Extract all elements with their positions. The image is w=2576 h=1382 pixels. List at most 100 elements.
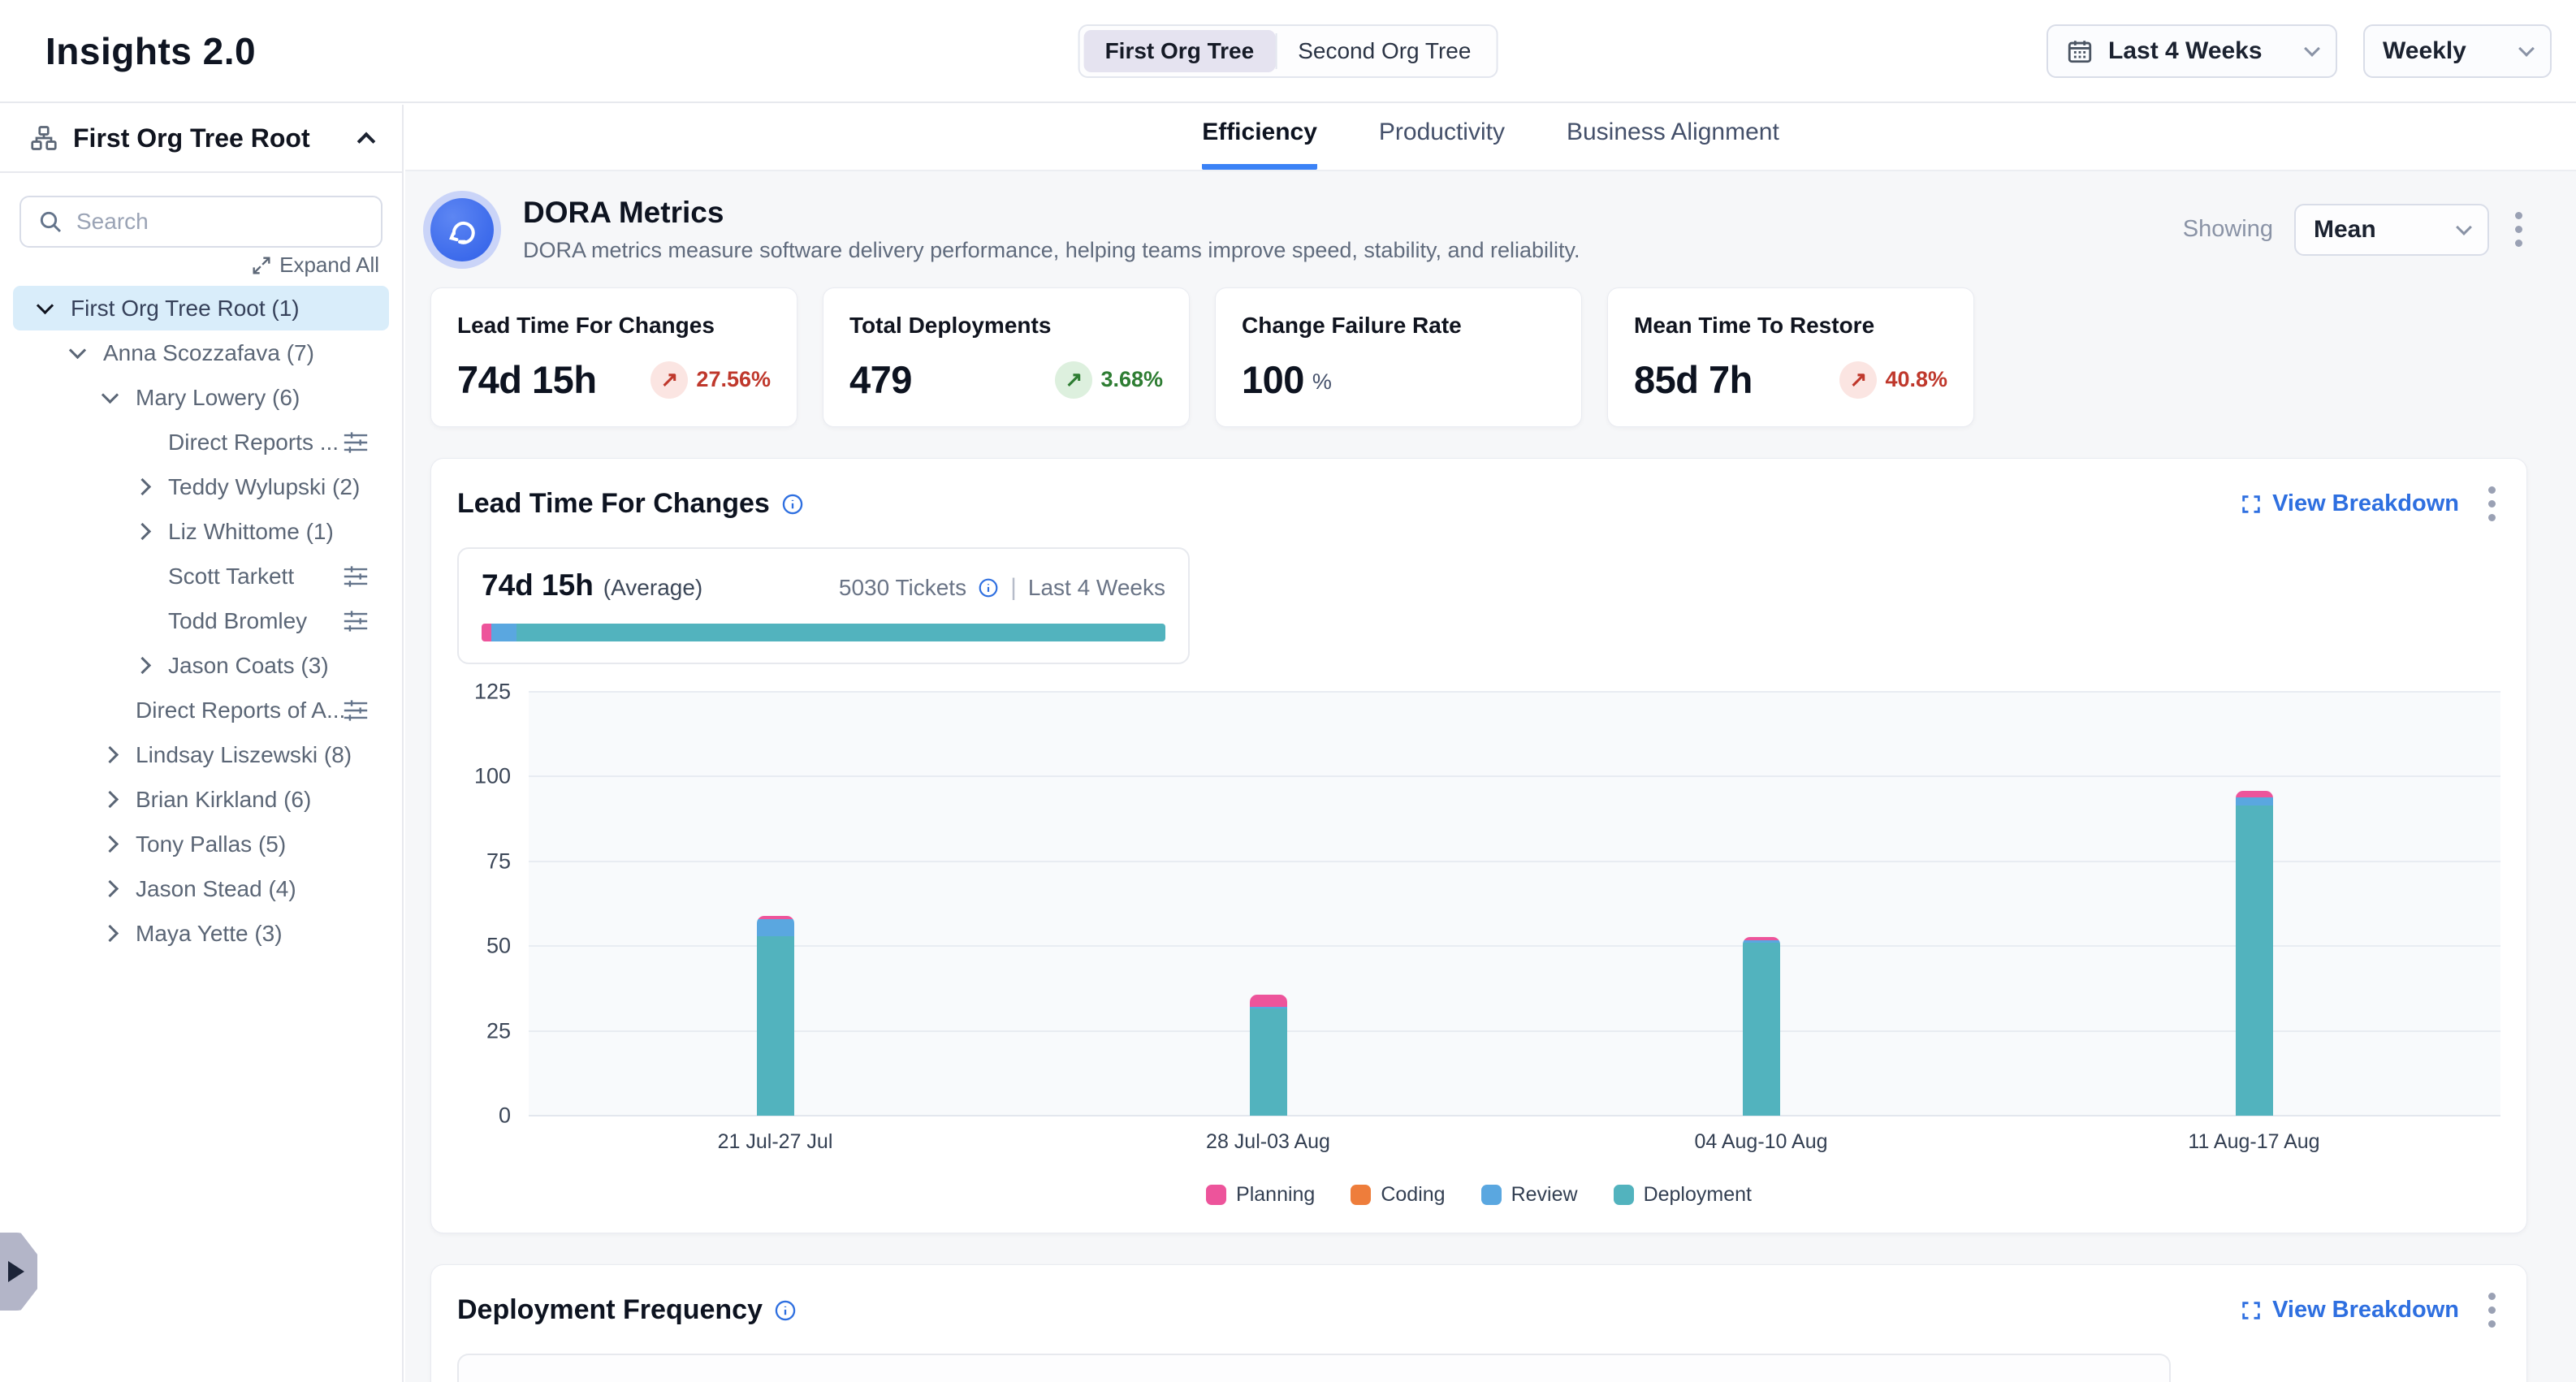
- info-icon[interactable]: [978, 577, 999, 598]
- tree-item-label: First Org Tree Root (1): [71, 296, 300, 322]
- tree-item[interactable]: Anna Scozzafava (7): [13, 330, 389, 375]
- date-range-dropdown[interactable]: Last 4 Weeks: [2047, 24, 2337, 78]
- tree-item[interactable]: Scott Tarkett: [13, 554, 389, 598]
- metric-card-value: 85d 7h: [1634, 357, 1753, 402]
- chevron-up-icon[interactable]: [357, 132, 376, 151]
- dora-metrics-header: DORA Metrics DORA metrics measure softwa…: [430, 196, 2527, 263]
- tree-item[interactable]: Jason Coats (3): [13, 643, 389, 688]
- showing-dropdown[interactable]: Mean: [2294, 204, 2489, 256]
- tree-item[interactable]: Mary Lowery (6): [13, 375, 389, 420]
- main-panel: Efficiency Productivity Business Alignment…: [405, 105, 2576, 1382]
- tab-efficiency[interactable]: Efficiency: [1202, 119, 1317, 170]
- tree-item-label: Todd Bromley: [168, 608, 307, 634]
- filter-icon[interactable]: [342, 698, 370, 723]
- lead-time-chart: 0255075100125: [457, 692, 2500, 1116]
- tree-item[interactable]: Todd Bromley: [13, 598, 389, 643]
- chart-legend: PlanningCodingReviewDeployment: [457, 1183, 2500, 1211]
- toggle-first-org-tree[interactable]: First Org Tree: [1084, 30, 1276, 72]
- tree-item[interactable]: Lindsay Liszewski (8): [13, 732, 389, 777]
- legend-swatch: [1614, 1185, 1634, 1205]
- stacked-bar[interactable]: [1250, 995, 1287, 1116]
- expand-all-button[interactable]: Expand All: [0, 253, 379, 278]
- metric-card-value-row: 100%: [1242, 357, 1555, 402]
- chevron-down-icon: [2456, 219, 2472, 235]
- tab-business-alignment[interactable]: Business Alignment: [1567, 119, 1779, 170]
- chevron-right-icon[interactable]: [102, 746, 119, 763]
- granularity-value: Weekly: [2383, 37, 2466, 65]
- dora-cycle-icon: [430, 198, 494, 261]
- legend-item-planning: Planning: [1206, 1183, 1315, 1207]
- filter-icon[interactable]: [342, 609, 370, 633]
- phase-segment-deployment: [516, 624, 1165, 641]
- lead-time-summary-card: 74d 15h (Average) 5030 Tickets | Last 4 …: [457, 547, 1190, 664]
- tree-item-label: Tony Pallas (5): [136, 831, 286, 857]
- bar-column: [529, 692, 1022, 1116]
- y-tick-label: 50: [486, 934, 511, 959]
- stacked-bar[interactable]: [2236, 791, 2273, 1116]
- tree-item[interactable]: Brian Kirkland (6): [13, 777, 389, 822]
- filter-icon[interactable]: [342, 430, 370, 455]
- dora-kebab-menu[interactable]: [2510, 207, 2527, 252]
- info-icon[interactable]: [774, 1299, 797, 1322]
- legend-label: Planning: [1236, 1183, 1315, 1207]
- x-axis-labels: 21 Jul-27 Jul28 Jul-03 Aug04 Aug-10 Aug1…: [529, 1130, 2500, 1154]
- trend-arrow-icon: ↗: [650, 361, 688, 399]
- chevron-down-icon[interactable]: [69, 342, 86, 359]
- metric-card-title: Mean Time To Restore: [1634, 313, 1947, 339]
- sidebar-header[interactable]: First Org Tree Root: [0, 105, 402, 173]
- deployment-frequency-head: Deployment Frequency View Breakdown: [457, 1288, 2500, 1332]
- search-input[interactable]: [76, 209, 365, 235]
- legend-swatch: [1481, 1185, 1502, 1205]
- tickets-count: 5030 Tickets: [839, 575, 966, 601]
- expand-all-label: Expand All: [279, 253, 379, 278]
- tree-item-label: Mary Lowery (6): [136, 385, 300, 411]
- legend-item-review: Review: [1481, 1183, 1578, 1207]
- plot-area: [529, 692, 2500, 1116]
- chevron-right-icon[interactable]: [102, 791, 119, 808]
- tree-item-label: Teddy Wylupski (2): [168, 474, 360, 500]
- filter-icon[interactable]: [342, 564, 370, 589]
- tab-productivity[interactable]: Productivity: [1379, 119, 1505, 170]
- tree-item[interactable]: Teddy Wylupski (2): [13, 464, 389, 509]
- org-tree-toggle: First Org Tree Second Org Tree: [1078, 24, 1498, 78]
- metric-card: Lead Time For Changes74d 15h↗27.56%: [430, 287, 797, 427]
- chevron-down-icon[interactable]: [102, 387, 119, 404]
- chevron-right-icon[interactable]: [134, 657, 151, 674]
- toggle-second-org-tree[interactable]: Second Org Tree: [1277, 30, 1492, 72]
- lead-time-kebab-menu[interactable]: [2483, 482, 2500, 526]
- chevron-right-icon[interactable]: [102, 925, 119, 942]
- granularity-dropdown[interactable]: Weekly: [2363, 24, 2552, 78]
- deployment-kebab-menu[interactable]: [2483, 1288, 2500, 1332]
- tree-item-label: Scott Tarkett: [168, 564, 294, 590]
- stacked-bar[interactable]: [1743, 937, 1780, 1116]
- chevron-right-icon[interactable]: [102, 836, 119, 853]
- tree-item-label: Jason Stead (4): [136, 876, 296, 902]
- deployment-frequency-card: Deployment Frequency View Breakdown: [430, 1264, 2527, 1382]
- metric-card-value-row: 85d 7h↗40.8%: [1634, 357, 1947, 402]
- tree-item[interactable]: Maya Yette (3): [13, 911, 389, 956]
- summary-meta: 5030 Tickets | Last 4 Weeks: [839, 574, 1165, 602]
- dora-titles: DORA Metrics DORA metrics measure softwa…: [523, 196, 2183, 263]
- info-icon[interactable]: [781, 493, 804, 516]
- chevron-down-icon[interactable]: [37, 297, 54, 314]
- view-breakdown-button[interactable]: View Breakdown: [2240, 1297, 2459, 1324]
- tree-item[interactable]: Direct Reports of A...: [13, 688, 389, 732]
- tree-item[interactable]: Tony Pallas (5): [13, 822, 389, 866]
- chevron-right-icon[interactable]: [134, 523, 151, 540]
- tree-item[interactable]: Jason Stead (4): [13, 866, 389, 911]
- y-tick-label: 25: [486, 1018, 511, 1043]
- x-tick-label: 28 Jul-03 Aug: [1022, 1130, 1515, 1154]
- bar-column: [1515, 692, 2008, 1116]
- tree-item[interactable]: First Org Tree Root (1): [13, 286, 389, 330]
- bar-segment-deployment: [757, 936, 794, 1116]
- view-breakdown-button[interactable]: View Breakdown: [2240, 490, 2459, 517]
- lead-time-head: Lead Time For Changes View Breakdown: [457, 482, 2500, 526]
- legend-label: Coding: [1381, 1183, 1445, 1207]
- chevron-right-icon[interactable]: [102, 880, 119, 897]
- chevron-right-icon[interactable]: [134, 478, 151, 495]
- stacked-bar[interactable]: [757, 916, 794, 1116]
- tree-item[interactable]: Liz Whittome (1): [13, 509, 389, 554]
- average-qualifier: (Average): [603, 575, 702, 601]
- tree-item[interactable]: Direct Reports ...: [13, 420, 389, 464]
- y-tick-label: 75: [486, 849, 511, 874]
